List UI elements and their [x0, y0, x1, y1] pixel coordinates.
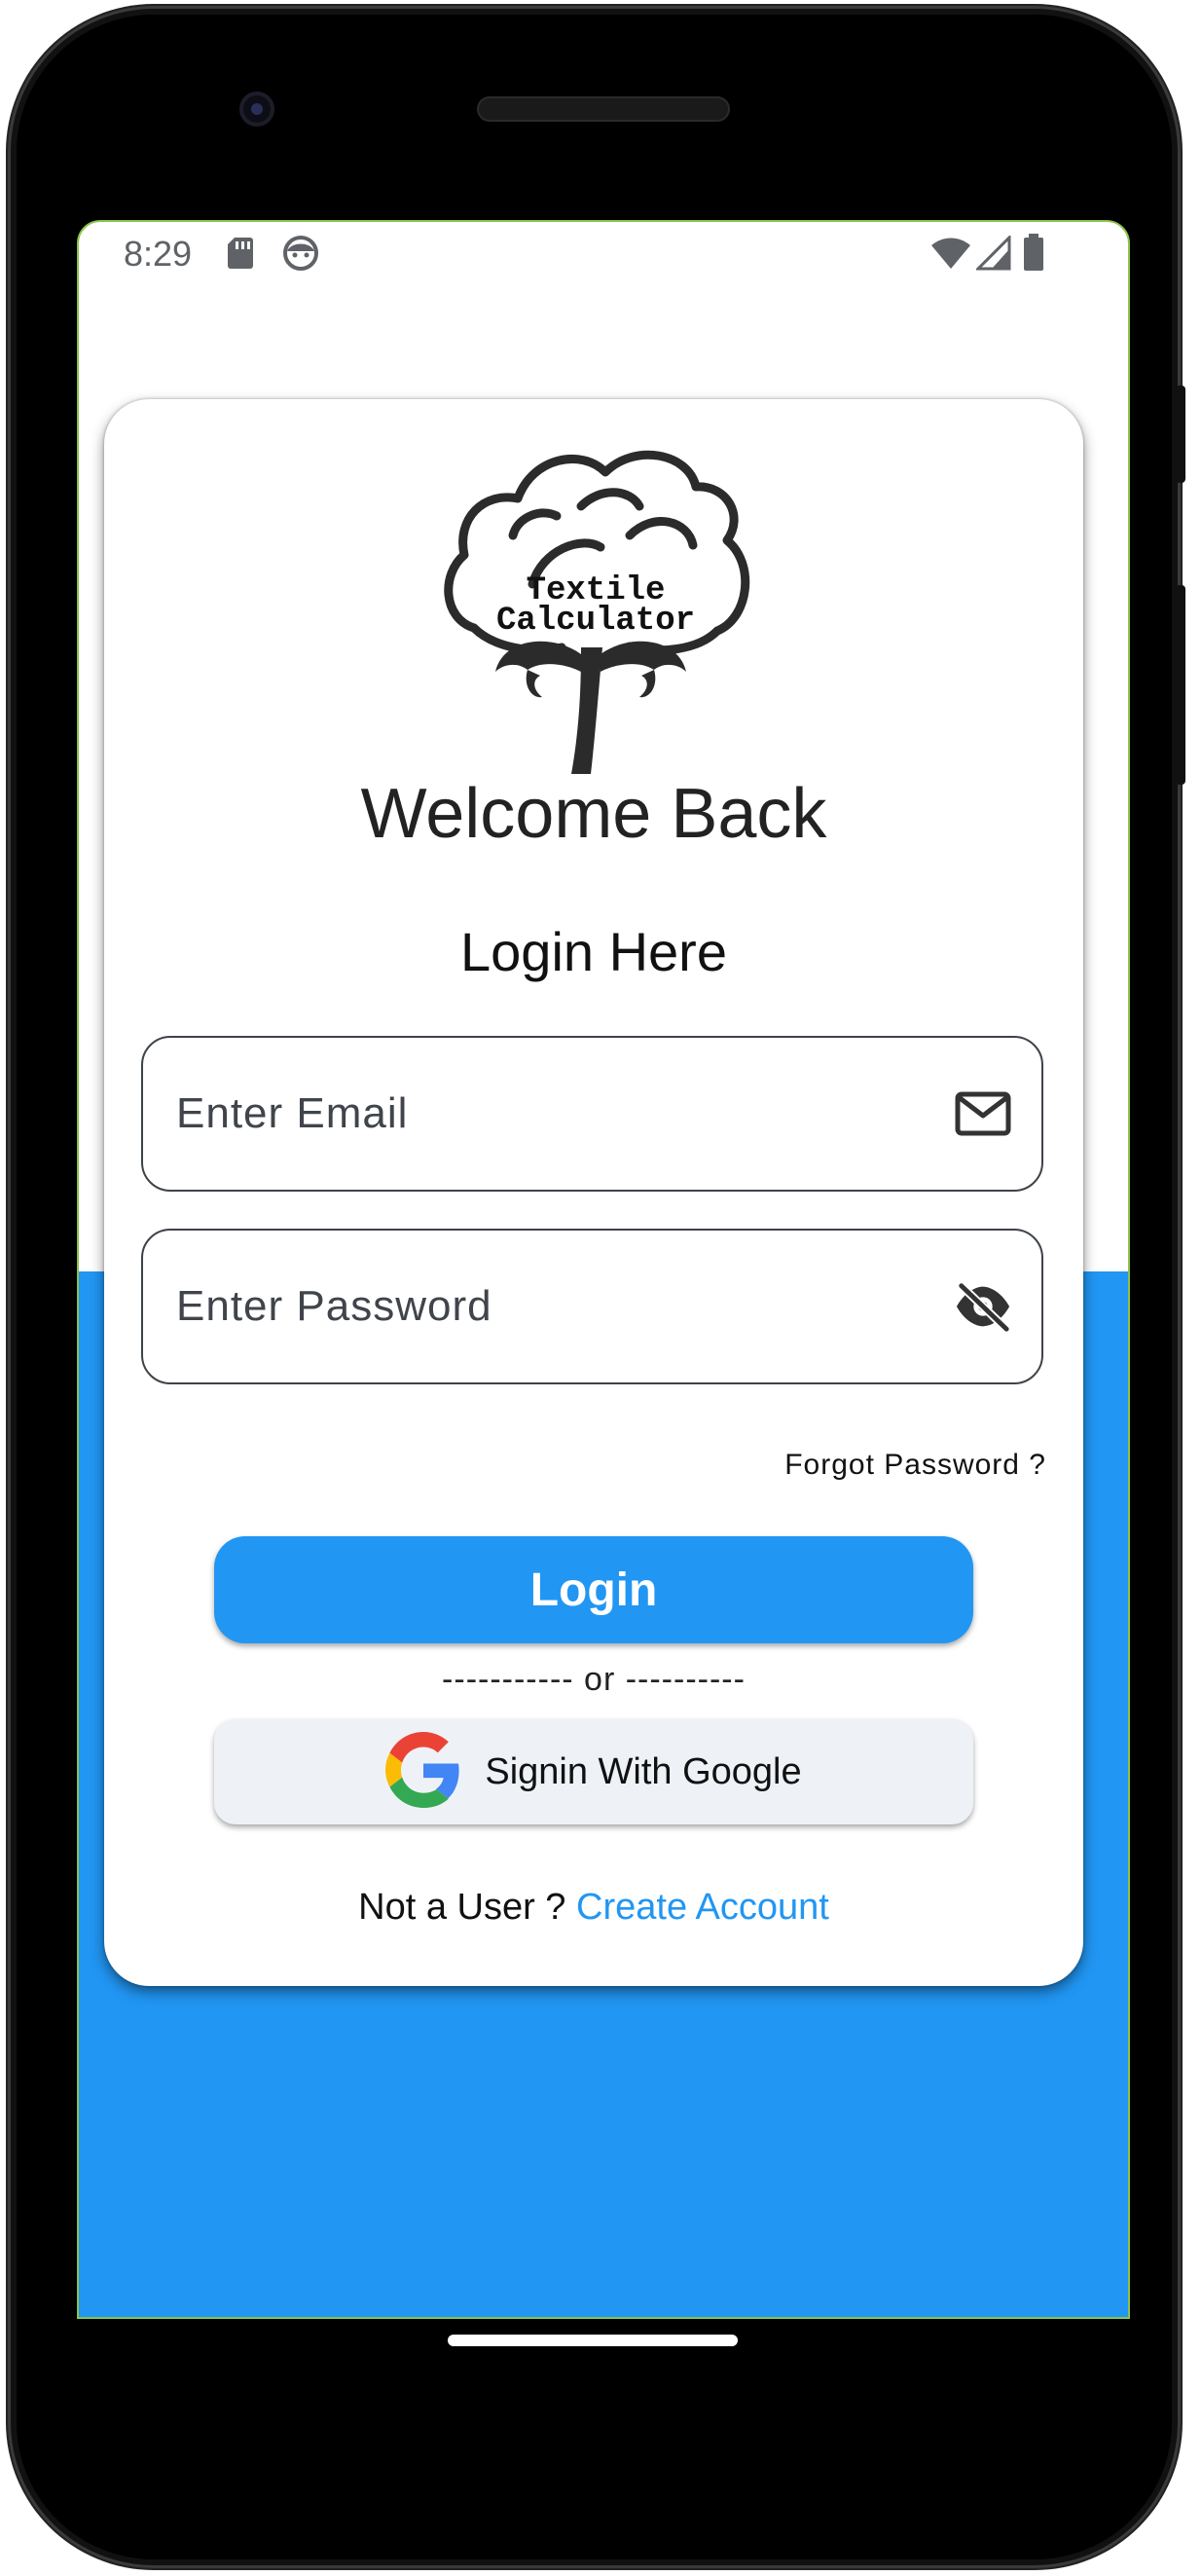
visibility-off-icon[interactable] [954, 1277, 1012, 1336]
power-button [1176, 386, 1185, 483]
wifi-icon [931, 238, 970, 274]
logo-text-line2: Calculator [496, 603, 695, 640]
password-placeholder: Enter Password [176, 1282, 492, 1330]
home-indicator[interactable] [448, 2335, 738, 2346]
textile-calculator-logo: Textile Calculator [435, 438, 756, 774]
email-field[interactable]: Enter Email [141, 1036, 1043, 1192]
password-field[interactable]: Enter Password [141, 1229, 1043, 1384]
earpiece-speaker [477, 96, 730, 122]
android-face-icon [283, 236, 318, 276]
signup-prompt: Not a User ? Create Account [104, 1887, 1083, 1929]
not-a-user-text: Not a User ? [358, 1887, 566, 1928]
mail-icon [954, 1085, 1012, 1143]
sd-card-icon [227, 236, 254, 276]
volume-button [1176, 585, 1185, 785]
google-signin-button[interactable]: Signin With Google [214, 1719, 973, 1824]
front-camera [239, 92, 274, 127]
status-bar: 8:29 [79, 222, 1128, 292]
forgot-password-link[interactable]: Forgot Password ? [784, 1449, 1046, 1482]
battery-icon [1023, 234, 1044, 276]
or-divider: ----------- or ---------- [442, 1661, 746, 1698]
login-card: Textile Calculator Welcome Back Login He… [104, 399, 1083, 1986]
create-account-link[interactable]: Create Account [576, 1887, 829, 1928]
email-placeholder: Enter Email [176, 1089, 409, 1137]
status-time: 8:29 [124, 234, 193, 274]
google-icon [385, 1731, 461, 1813]
cell-signal-icon [974, 234, 1011, 276]
login-button[interactable]: Login [214, 1536, 973, 1643]
welcome-title: Welcome Back [360, 775, 827, 853]
google-button-label: Signin With Google [485, 1750, 802, 1792]
login-heading: Login Here [460, 921, 727, 982]
